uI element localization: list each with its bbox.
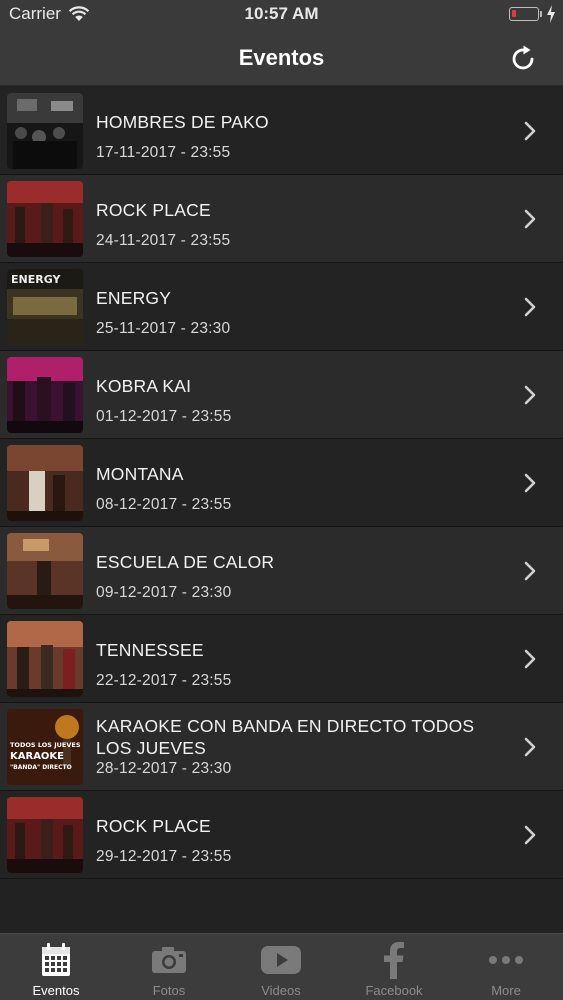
event-row[interactable]: HOMBRES DE PAKO 17-11-2017 - 23:55 (0, 87, 563, 175)
event-date: 09-12-2017 - 23:30 (96, 584, 232, 601)
tab-more[interactable]: More (450, 934, 562, 1000)
facebook-icon (384, 942, 404, 979)
charging-bolt-icon (547, 5, 555, 23)
chevron-right-icon (524, 473, 536, 493)
chevron-right-icon (524, 737, 536, 757)
clock: 10:57 AM (244, 4, 319, 23)
event-row[interactable]: ROCK PLACE 29-12-2017 - 23:55 (0, 791, 563, 879)
event-thumbnail (7, 357, 83, 433)
chevron-right-icon (524, 385, 536, 405)
tab-fotos[interactable]: Fotos (113, 934, 225, 1000)
event-date: 22-12-2017 - 23:55 (96, 672, 232, 689)
event-row[interactable]: MONTANA 08-12-2017 - 23:55 (0, 439, 563, 527)
tab-facebook[interactable]: Facebook (338, 934, 450, 1000)
event-row[interactable]: ESCUELA DE CALOR 09-12-2017 - 23:30 (0, 527, 563, 615)
event-thumbnail (7, 181, 83, 257)
status-bar: Carrier 10:57 AM (0, 0, 563, 30)
battery-icon (509, 7, 539, 21)
chevron-right-icon (524, 561, 536, 581)
chevron-right-icon (524, 297, 536, 317)
event-row[interactable]: KOBRA KAI 01-12-2017 - 23:55 (0, 351, 563, 439)
event-date: 08-12-2017 - 23:55 (96, 496, 232, 513)
chevron-right-icon (524, 209, 536, 229)
refresh-button[interactable] (504, 40, 542, 78)
energy-poster-text: ENERGY (11, 273, 61, 286)
battery-tip (540, 11, 542, 17)
event-title: KARAOKE CON BANDA EN DIRECTO TODOS LOS J… (96, 716, 475, 758)
page-title: Eventos (238, 45, 325, 70)
event-title: ROCK PLACE (96, 816, 211, 836)
tab-bar: Eventos Fotos Videos Facebook More (0, 933, 563, 1000)
event-title: MONTANA (96, 464, 184, 484)
chevron-right-icon (524, 825, 536, 845)
calendar-icon (42, 943, 70, 976)
navigation-bar: Eventos (0, 30, 563, 86)
event-title: KOBRA KAI (96, 376, 192, 396)
tab-label: More (491, 983, 521, 998)
event-title: TENNESSEE (96, 640, 204, 660)
tab-label: Eventos (32, 983, 80, 998)
event-title: ESCUELA DE CALOR (96, 552, 275, 572)
event-row[interactable]: TENNESSEE 22-12-2017 - 23:55 (0, 615, 563, 703)
event-thumbnail: TODOS LOS JUEVES KARAOKE "BANDA" DIRECTO (7, 709, 83, 785)
camera-icon (152, 947, 186, 973)
event-thumbnail (7, 445, 83, 521)
event-title: ROCK PLACE (96, 200, 211, 220)
event-date: 28-12-2017 - 23:30 (96, 760, 232, 777)
event-date: 17-11-2017 - 23:55 (96, 144, 231, 161)
tab-label: Facebook (365, 983, 423, 998)
event-thumbnail (7, 93, 83, 169)
chevron-right-icon (524, 121, 536, 141)
event-row[interactable]: TODOS LOS JUEVES KARAOKE "BANDA" DIRECTO… (0, 703, 563, 791)
events-list: HOMBRES DE PAKO 17-11-2017 - 23:55 ROCK … (0, 87, 563, 879)
event-row[interactable]: ROCK PLACE 24-11-2017 - 23:55 (0, 175, 563, 263)
event-title: HOMBRES DE PAKO (96, 112, 269, 132)
tab-videos[interactable]: Videos (225, 934, 337, 1000)
refresh-icon (512, 45, 534, 70)
karaoke-poster-line-3: "BANDA" DIRECTO (10, 764, 72, 771)
event-row[interactable]: ENERGY ENERGY 25-11-2017 - 23:30 (0, 263, 563, 351)
karaoke-poster-line-2: KARAOKE (10, 751, 64, 762)
tab-eventos[interactable]: Eventos (0, 934, 112, 1000)
chevron-right-icon (524, 649, 536, 669)
event-date: 24-11-2017 - 23:55 (96, 232, 231, 249)
event-title: ENERGY (96, 288, 172, 308)
tab-label: Fotos (152, 983, 186, 998)
event-date: 29-12-2017 - 23:55 (96, 848, 232, 865)
youtube-icon (261, 946, 301, 974)
event-thumbnail (7, 621, 83, 697)
event-thumbnail: ENERGY (7, 269, 83, 345)
event-date: 01-12-2017 - 23:55 (96, 408, 232, 425)
event-thumbnail (7, 797, 83, 873)
karaoke-poster-line-1: TODOS LOS JUEVES (10, 741, 81, 749)
event-thumbnail (7, 533, 83, 609)
event-date: 25-11-2017 - 23:30 (96, 320, 231, 337)
tab-label: Videos (261, 983, 301, 998)
more-dots-icon (489, 956, 523, 964)
